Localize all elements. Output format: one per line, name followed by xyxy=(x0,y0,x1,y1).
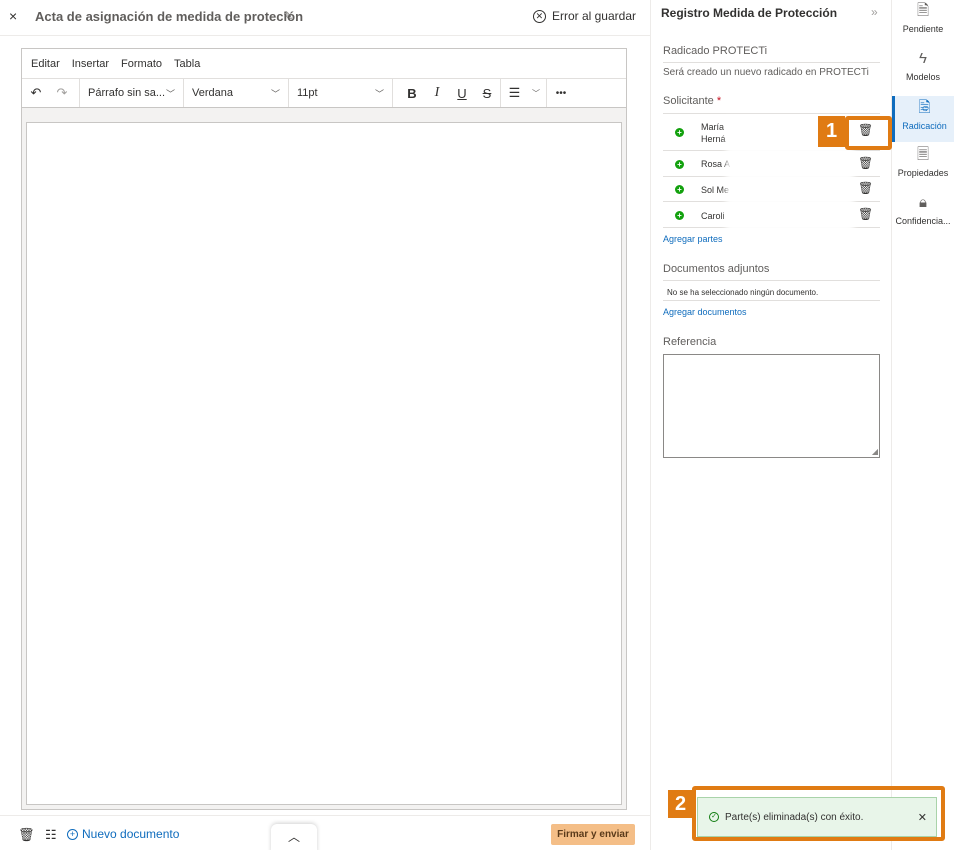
font-family-value: Verdana xyxy=(192,87,233,99)
add-parties-link[interactable]: Agregar partes xyxy=(663,234,723,244)
divider xyxy=(663,280,880,281)
rail-item-radicacion[interactable]: 🗟 Radicación xyxy=(892,96,954,142)
reference-label: Referencia xyxy=(663,336,717,348)
resize-handle-icon[interactable]: ◢ xyxy=(872,447,878,456)
history-group: ↶ ↷ xyxy=(22,79,80,107)
italic-button[interactable]: I xyxy=(430,85,444,101)
chevron-up-icon: ︿ xyxy=(287,830,300,844)
bold-button[interactable]: B xyxy=(405,86,419,101)
rail-item-label: Radicación xyxy=(902,121,947,131)
trash-icon[interactable]: 🗑 xyxy=(18,827,35,843)
save-status[interactable]: ✕ Error al guardar xyxy=(532,9,636,23)
solicitante-label: Solicitante * xyxy=(663,95,721,107)
new-document-label: Nuevo documento xyxy=(82,827,180,841)
new-document-button[interactable]: + Nuevo documento xyxy=(67,827,179,841)
editor-toolbar: ↶ ↷ Párrafo sin sa... ﹀ Verdana ﹀ 11pt ﹀… xyxy=(22,79,626,108)
font-family-select[interactable]: Verdana ﹀ xyxy=(184,79,289,107)
font-size-select[interactable]: 11pt ﹀ xyxy=(289,79,393,107)
radicado-value: Será creado un nuevo radicado en PROTECT… xyxy=(663,67,869,78)
edit-title-icon[interactable]: ✎ xyxy=(283,9,293,23)
pending-doc-icon: 🗎 xyxy=(916,2,930,19)
party-name: María Herná xyxy=(701,122,726,144)
add-circle-icon[interactable]: + xyxy=(675,128,684,137)
trash-icon[interactable]: 🗑 xyxy=(858,156,873,170)
lightning-icon: ϟ xyxy=(919,50,927,67)
editor-document-page[interactable] xyxy=(26,122,622,805)
rail-item-label: Modelos xyxy=(905,72,941,82)
editor-menubar: Editar Insertar Formato Tabla xyxy=(22,49,626,79)
callout-highlight-2 xyxy=(692,786,945,841)
add-circle-icon[interactable]: + xyxy=(675,160,684,169)
undo-icon[interactable]: ↶ xyxy=(28,85,44,101)
party-name: Caroli xyxy=(701,211,725,221)
menu-insertar[interactable]: Insertar xyxy=(72,58,109,70)
attachments-label: Documentos adjuntos xyxy=(663,263,770,275)
lock-icon: 🔒︎ xyxy=(919,194,927,211)
radication-doc-icon: 🗟 xyxy=(918,99,931,116)
underline-button[interactable]: U xyxy=(455,86,469,101)
trash-icon[interactable]: 🗑 xyxy=(858,181,873,195)
solicitante-text: Solicitante xyxy=(663,95,714,107)
rail-item-label: Confidencia... xyxy=(895,216,951,226)
right-nav-rail: 🗎 Pendiente ϟ Modelos 🗟 Radicación 🗏 Pro… xyxy=(892,0,954,850)
text-style-group: B I U S xyxy=(393,79,501,107)
document-title: Acta de asignación de medida de proteció… xyxy=(35,9,304,24)
save-status-label: Error al guardar xyxy=(551,9,636,23)
add-circle-icon[interactable]: + xyxy=(675,185,684,194)
rail-item-label: Propiedades xyxy=(897,168,949,178)
reference-textarea[interactable]: ◢ xyxy=(663,354,880,458)
rich-text-editor: Editar Insertar Formato Tabla ↶ ↷ Párraf… xyxy=(21,48,627,810)
add-documents-link[interactable]: Agregar documentos xyxy=(663,307,747,317)
callout-number-1: 1 xyxy=(818,116,845,147)
chevron-down-icon: ﹀ xyxy=(165,88,175,99)
panel-title: Registro Medida de Protección xyxy=(661,6,838,20)
more-options-icon[interactable]: ••• xyxy=(553,88,569,99)
redo-icon[interactable]: ↷ xyxy=(54,85,70,101)
chevron-down-icon: ﹀ xyxy=(270,88,280,99)
menu-editar[interactable]: Editar xyxy=(31,58,60,70)
sign-send-button[interactable]: Firmar y enviar xyxy=(551,824,635,845)
editor-footer: 🗑 ☷ + Nuevo documento ︿ Firmar y enviar xyxy=(0,815,650,850)
rail-item-pendiente[interactable]: 🗎 Pendiente xyxy=(892,2,954,48)
rail-item-modelos[interactable]: ϟ Modelos xyxy=(892,50,954,96)
editor-header: × Acta de asignación de medida de protec… xyxy=(0,0,650,36)
align-group[interactable]: ☰ ﹀ xyxy=(501,79,547,107)
divider xyxy=(663,62,880,63)
callout-number-2: 2 xyxy=(668,790,693,818)
menu-formato[interactable]: Formato xyxy=(121,58,162,70)
settings-sliders-icon[interactable]: ☷ xyxy=(45,827,57,843)
radicado-label: Radicado PROTECTi xyxy=(663,45,768,57)
properties-doc-icon: 🗏 xyxy=(916,146,930,163)
block-format-select[interactable]: Párrafo sin sa... ﹀ xyxy=(80,79,184,107)
rail-item-propiedades[interactable]: 🗏 Propiedades xyxy=(892,146,954,192)
block-format-value: Párrafo sin sa... xyxy=(88,87,166,99)
more-group: ••• xyxy=(547,79,575,107)
no-document-text: No se ha seleccionado ningún documento. xyxy=(667,288,819,297)
divider xyxy=(663,300,880,301)
required-mark: * xyxy=(716,95,722,107)
menu-tabla[interactable]: Tabla xyxy=(174,58,200,70)
plus-circle-icon: + xyxy=(67,828,78,840)
chevron-down-icon: ﹀ xyxy=(532,88,540,98)
trash-icon[interactable]: 🗑 xyxy=(858,207,873,221)
strikethrough-button[interactable]: S xyxy=(480,86,494,101)
font-size-value: 11pt xyxy=(297,87,318,99)
close-icon[interactable]: × xyxy=(9,8,17,24)
error-circle-icon: ✕ xyxy=(532,9,546,23)
rail-item-label: Pendiente xyxy=(902,24,944,34)
collapse-panel-icon[interactable]: » xyxy=(871,5,878,19)
party-name: Sol Me xyxy=(701,185,730,195)
rail-item-confidencialidad[interactable]: 🔒︎ Confidencia... xyxy=(892,194,954,240)
add-circle-icon[interactable]: + xyxy=(675,211,684,220)
expand-tab[interactable]: ︿ xyxy=(271,824,317,850)
chevron-down-icon: ﹀ xyxy=(374,88,384,99)
callout-highlight-1 xyxy=(845,116,892,150)
align-left-icon[interactable]: ☰ xyxy=(507,85,522,101)
